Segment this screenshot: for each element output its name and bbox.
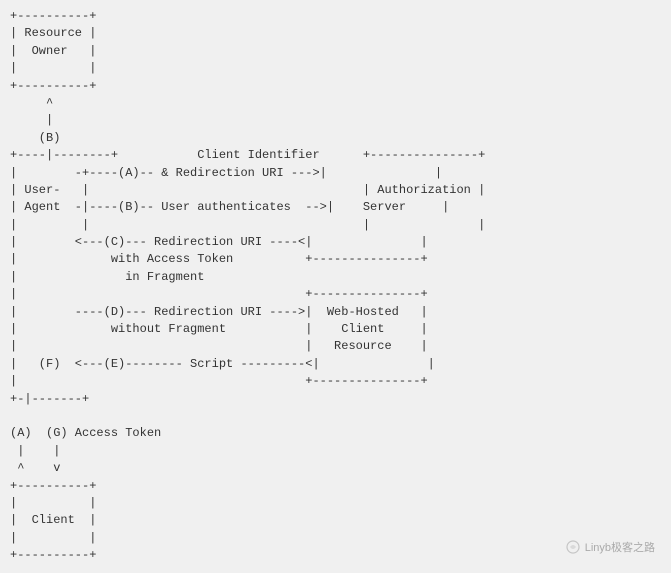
- oauth-diagram: +----------+ | Resource | | Owner | | | …: [10, 8, 485, 565]
- main-container: +----------+ | Resource | | Owner | | | …: [0, 0, 671, 573]
- watermark-icon: [565, 539, 581, 555]
- watermark: Linyb极客之路: [565, 539, 655, 555]
- watermark-text: Linyb极客之路: [585, 539, 655, 555]
